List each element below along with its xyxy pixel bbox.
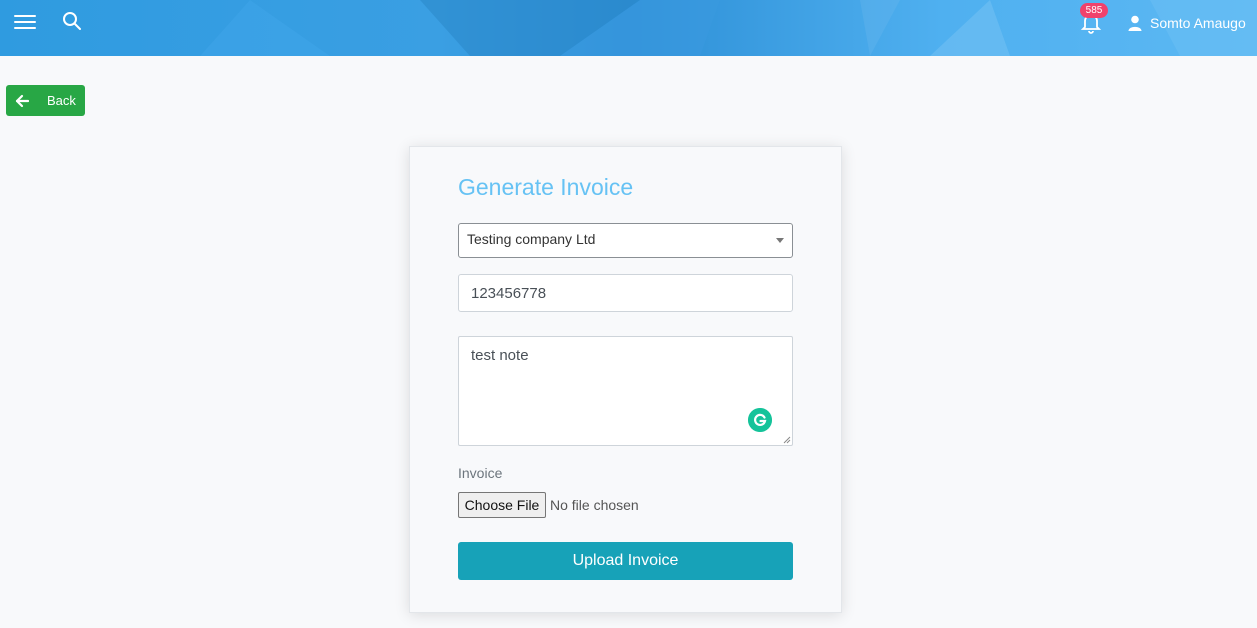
grammarly-icon[interactable] [748,408,772,432]
top-navbar: 585 Somto Amaugo [0,0,1257,56]
invoice-file-label: Invoice [458,465,503,481]
back-button-label: Back [47,93,76,108]
company-select[interactable]: Testing company Ltd [458,223,793,258]
file-status-text: No file chosen [550,497,639,513]
back-button[interactable]: Back [6,85,85,116]
caret-down-icon [776,238,784,243]
user-menu[interactable]: Somto Amaugo [1128,13,1246,33]
hamburger-menu-icon[interactable] [14,12,36,30]
notification-badge: 585 [1080,3,1108,18]
search-icon[interactable] [62,11,82,31]
page-title: Generate Invoice [458,174,634,200]
user-name: Somto Amaugo [1150,15,1246,31]
upload-invoice-button[interactable]: Upload Invoice [458,542,793,580]
arrow-left-icon [15,94,29,107]
note-textarea[interactable]: test note [458,336,793,446]
user-icon [1128,15,1142,31]
choose-file-button[interactable]: Choose File [458,492,546,518]
resize-handle-icon[interactable] [783,436,791,444]
company-select-value: Testing company Ltd [467,231,596,247]
invoice-number-input[interactable]: 123456778 [458,274,793,312]
generate-invoice-card: Generate Invoice Testing company Ltd 123… [409,146,842,613]
header-background-pattern [200,0,1257,56]
note-text: test note [471,347,529,364]
